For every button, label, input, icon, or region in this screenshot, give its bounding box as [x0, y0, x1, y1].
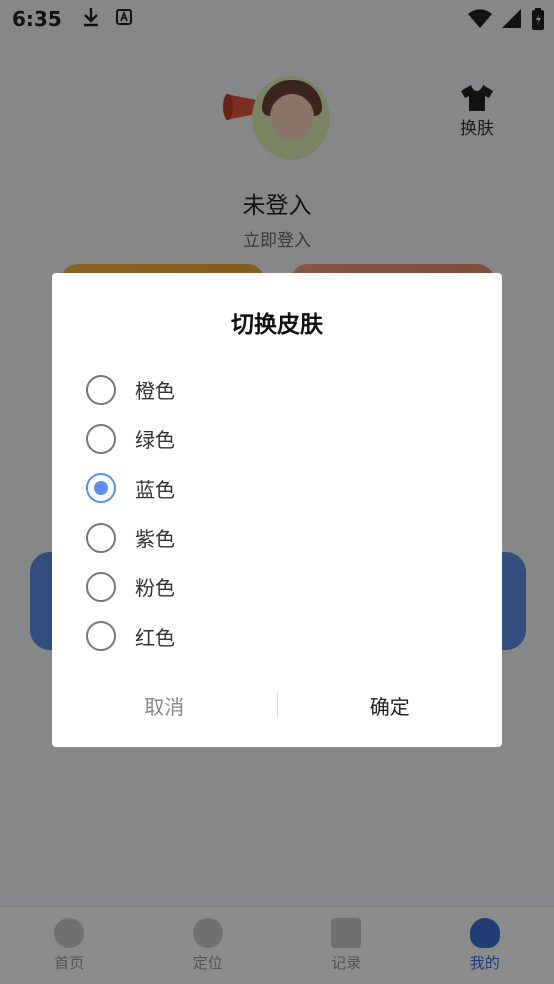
option-blue[interactable]: 蓝色	[86, 464, 175, 513]
confirm-button[interactable]: 确定	[278, 691, 503, 720]
option-label: 红色	[135, 625, 175, 650]
option-green[interactable]: 绿色	[86, 414, 175, 463]
dialog-title: 切换皮肤	[231, 312, 323, 338]
skin-options: 橙色 绿色 蓝色 紫色 粉色 红色	[86, 365, 175, 661]
option-label: 粉色	[135, 576, 175, 601]
radio-button[interactable]	[86, 473, 116, 504]
option-red[interactable]: 红色	[86, 611, 175, 660]
option-orange[interactable]: 橙色	[86, 365, 175, 414]
radio-button[interactable]	[86, 571, 116, 602]
radio-button[interactable]	[86, 522, 116, 553]
option-label: 紫色	[135, 527, 175, 552]
radio-button[interactable]	[86, 621, 116, 652]
option-label: 蓝色	[135, 477, 175, 502]
skin-dialog: 切换皮肤 橙色 绿色 蓝色 紫色 粉色 红色 取消 确定	[52, 273, 502, 747]
option-purple[interactable]: 紫色	[86, 513, 175, 562]
cancel-button[interactable]: 取消	[52, 691, 277, 720]
radio-button[interactable]	[86, 423, 116, 454]
dialog-footer: 取消 确定	[52, 663, 502, 747]
radio-button[interactable]	[86, 374, 116, 405]
option-label: 绿色	[135, 428, 175, 453]
option-label: 橙色	[135, 379, 175, 404]
option-pink[interactable]: 粉色	[86, 562, 175, 611]
